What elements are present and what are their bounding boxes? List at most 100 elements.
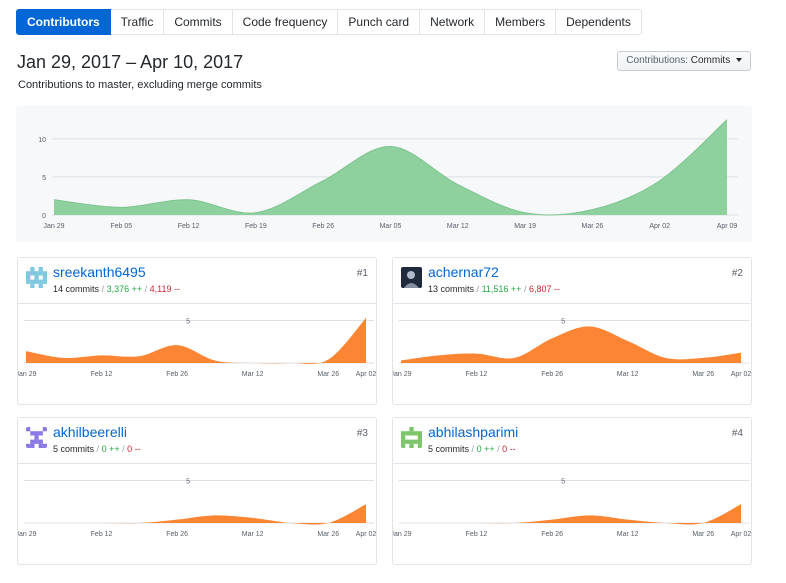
contributions-type-select[interactable]: Contributions: Commits bbox=[617, 51, 751, 71]
x-tick-label: Mar 26 bbox=[317, 531, 339, 538]
contributor-card-header: abhilashparimi 5 commits / 0 ++ / 0 -- #… bbox=[393, 418, 751, 464]
avatar-cell bbox=[26, 279, 31, 284]
contributor-rank: #4 bbox=[731, 428, 743, 439]
y-tick-label: 5 bbox=[561, 319, 565, 326]
avatar-cell bbox=[30, 443, 35, 448]
tab-traffic[interactable]: Traffic bbox=[110, 9, 165, 35]
additions-count: 11,516 ++ bbox=[481, 284, 522, 294]
x-tick-label: Feb 05 bbox=[110, 223, 132, 230]
avatar-cell bbox=[417, 439, 422, 444]
tab-dependents[interactable]: Dependents bbox=[556, 9, 642, 35]
x-tick-label: Mar 12 bbox=[617, 371, 639, 378]
additions-count: 3,376 ++ bbox=[106, 284, 143, 294]
avatar-cell bbox=[38, 267, 43, 272]
x-tick-label: Jan 29 bbox=[43, 223, 64, 230]
avatar-cell bbox=[42, 275, 47, 280]
x-tick-label: Jan 29 bbox=[18, 531, 37, 538]
y-tick-label: 5 bbox=[186, 479, 190, 486]
y-tick-label: 10 bbox=[38, 137, 46, 144]
avatar-cell bbox=[34, 275, 39, 280]
contributor-stats: 5 commits / 0 ++ / 0 -- bbox=[53, 444, 141, 454]
avatar-cell bbox=[401, 443, 406, 448]
range-subtitle: Contributions to master, excluding merge… bbox=[18, 79, 262, 91]
x-tick-label: Feb 12 bbox=[178, 223, 200, 230]
x-tick-label: Mar 12 bbox=[242, 531, 264, 538]
x-tick-label: Mar 12 bbox=[242, 371, 264, 378]
avatar-cell bbox=[38, 443, 43, 448]
commit-count: 5 commits bbox=[428, 444, 470, 454]
deletions-count: 0 -- bbox=[502, 444, 516, 454]
avatar-cell bbox=[30, 283, 35, 288]
avatar-cell bbox=[34, 435, 39, 440]
deletions-count: 0 -- bbox=[127, 444, 141, 454]
stat-separator: / bbox=[497, 444, 500, 454]
tab-code-frequency[interactable]: Code frequency bbox=[232, 9, 339, 35]
contributor-name-link[interactable]: akhilbeerelli bbox=[53, 424, 127, 440]
deletions-count: 6,807 -- bbox=[528, 284, 561, 294]
x-tick-label: Mar 26 bbox=[582, 223, 604, 230]
contributor-card-2: achernar72 13 commits / 11,516 ++ / 6,80… bbox=[392, 257, 752, 405]
tab-contributors[interactable]: Contributors bbox=[16, 9, 111, 35]
x-tick-label: Apr 02 bbox=[731, 371, 751, 378]
x-tick-label: Apr 02 bbox=[356, 371, 376, 378]
x-tick-label: Mar 19 bbox=[514, 223, 536, 230]
avatar-cell bbox=[30, 279, 35, 284]
x-tick-label: Feb 26 bbox=[541, 371, 563, 378]
photo-avatar[interactable] bbox=[401, 267, 422, 288]
additions-count: 0 ++ bbox=[476, 444, 495, 454]
tab-punch-card[interactable]: Punch card bbox=[338, 9, 421, 35]
contributor-chart: 5 Jan 29 Feb 12 Feb 26 Mar 12 Mar 26 Apr 02 bbox=[18, 464, 376, 564]
select-label: Contributions: bbox=[626, 55, 688, 66]
area-series bbox=[401, 326, 741, 363]
avatar-cell bbox=[417, 435, 422, 440]
x-tick-label: Mar 12 bbox=[617, 531, 639, 538]
stat-separator: / bbox=[101, 284, 105, 294]
contributor-rank: #2 bbox=[731, 268, 743, 279]
stat-separator: / bbox=[523, 284, 527, 294]
identicon-avatar[interactable] bbox=[26, 267, 47, 288]
commit-count: 14 commits bbox=[53, 284, 100, 294]
avatar-cell bbox=[42, 443, 47, 448]
tab-commits[interactable]: Commits bbox=[164, 9, 233, 35]
x-tick-label: Feb 12 bbox=[466, 531, 488, 538]
x-tick-label: Feb 26 bbox=[166, 371, 188, 378]
tab-network[interactable]: Network bbox=[420, 9, 486, 35]
y-tick-label: 5 bbox=[186, 319, 190, 326]
identicon-avatar[interactable] bbox=[401, 427, 422, 448]
contributor-rank: #3 bbox=[356, 428, 368, 439]
contributor-name-link[interactable]: achernar72 bbox=[428, 264, 499, 280]
contributor-card-1: sreekanth6495 14 commits / 3,376 ++ / 4,… bbox=[17, 257, 377, 405]
avatar-cell bbox=[30, 267, 35, 272]
avatar-cell bbox=[30, 431, 35, 436]
identicon-avatar[interactable] bbox=[26, 427, 47, 448]
avatar-cell bbox=[34, 439, 39, 444]
y-tick-label: 5 bbox=[561, 479, 565, 486]
tab-members[interactable]: Members bbox=[485, 9, 557, 35]
x-tick-label: Apr 02 bbox=[649, 223, 670, 230]
contributor-chart: 5 Jan 29 Feb 12 Feb 26 Mar 12 Mar 26 Apr 02 bbox=[393, 304, 751, 404]
contributor-chart: 5 Jan 29 Feb 12 Feb 26 Mar 12 Mar 26 Apr 02 bbox=[393, 464, 751, 564]
main-chart-svg: 0 5 10 Jan 29 Feb 05 Feb 12 Feb 19 Feb 26 Mar 05… bbox=[38, 119, 738, 230]
avatar-cell bbox=[34, 279, 39, 284]
contributor-card-4: abhilashparimi 5 commits / 0 ++ / 0 -- #… bbox=[392, 417, 752, 565]
avatar-cell bbox=[26, 443, 31, 448]
commit-count: 13 commits bbox=[428, 284, 475, 294]
contributor-name-link[interactable]: abhilashparimi bbox=[428, 424, 518, 440]
avatar-cell bbox=[26, 271, 31, 276]
x-tick-label: Mar 26 bbox=[317, 371, 339, 378]
contributor-chart-svg: 5 Jan 29 Feb 12 Feb 26 Mar 12 Mar 26 Apr 02 bbox=[393, 319, 751, 379]
avatar-cell bbox=[409, 431, 414, 436]
deletions-count: 4,119 -- bbox=[149, 284, 181, 294]
avatar-cell bbox=[30, 439, 35, 444]
stat-separator: / bbox=[144, 284, 148, 294]
avatar-cell bbox=[34, 271, 39, 276]
avatar-cell bbox=[34, 431, 39, 436]
avatar-cell bbox=[417, 443, 422, 448]
x-tick-label: Mar 26 bbox=[692, 531, 714, 538]
avatar-cell bbox=[38, 279, 43, 284]
contributor-name-link[interactable]: sreekanth6495 bbox=[53, 264, 146, 280]
contributor-card-header: achernar72 13 commits / 11,516 ++ / 6,80… bbox=[393, 258, 751, 304]
avatar-cell bbox=[405, 431, 410, 436]
contributor-card-header: sreekanth6495 14 commits / 3,376 ++ / 4,… bbox=[18, 258, 376, 304]
contributor-chart-svg: 5 Jan 29 Feb 12 Feb 26 Mar 12 Mar 26 Apr 02 bbox=[18, 317, 376, 378]
